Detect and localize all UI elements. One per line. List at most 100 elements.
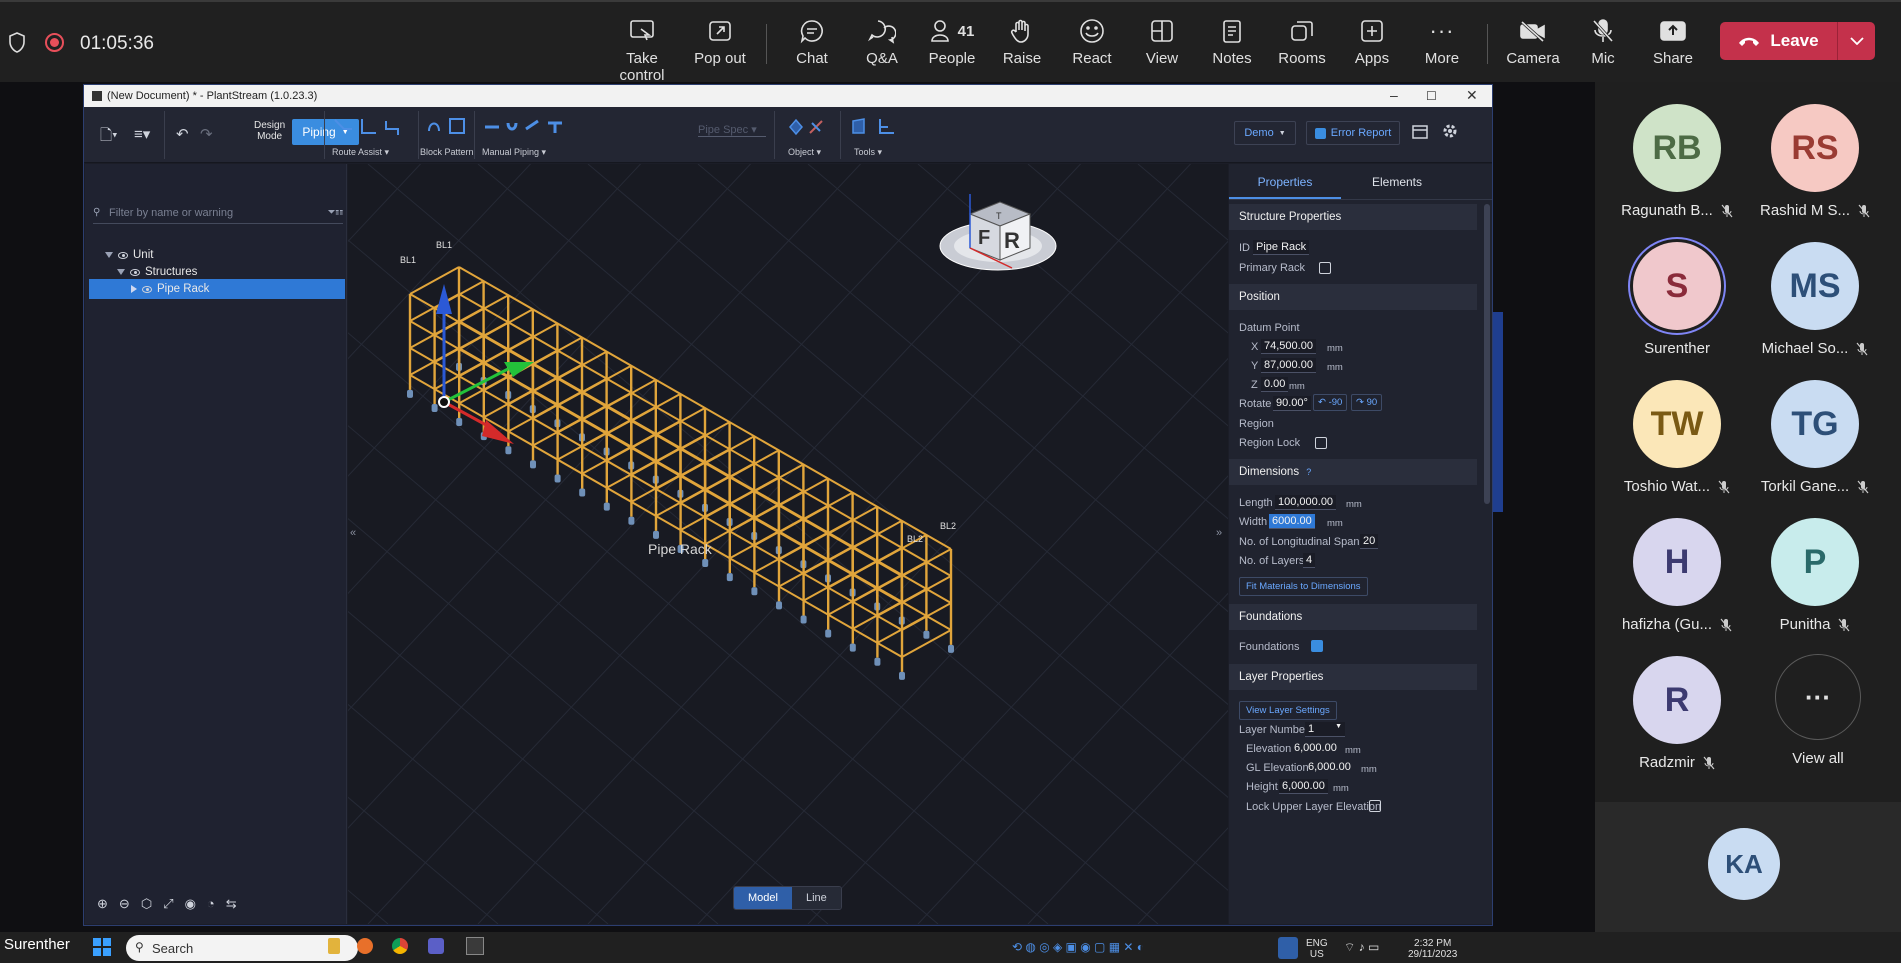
collapse-left-panel-icon[interactable]: «	[350, 527, 356, 539]
3d-viewport[interactable]: F R T Pipe Rack BL1 BL1 BL2 BL2 « » Mode…	[348, 164, 1228, 924]
participant-tile[interactable]: RB Ragunath B...	[1612, 104, 1742, 219]
undo-icon[interactable]: ↶	[176, 125, 189, 143]
swap-icon[interactable]: ⇆	[226, 896, 237, 912]
take-control-button[interactable]: Take control	[604, 16, 680, 84]
id-field[interactable]: Pipe Rack	[1253, 240, 1310, 255]
foundation[interactable]	[948, 644, 954, 653]
panel-layout-icon[interactable]	[1412, 125, 1428, 139]
redo-icon[interactable]: ↷	[200, 125, 213, 143]
tree-filter-input[interactable]: ⚲ Filter by name or warning ⏷☷	[93, 204, 343, 224]
pipe-spec-dropdown[interactable]: Pipe Spec ▾	[698, 123, 766, 137]
tools-icons[interactable]	[850, 115, 900, 139]
help-icon[interactable]: ?	[1306, 467, 1311, 477]
foundation[interactable]	[899, 671, 905, 680]
participant-tile[interactable]: MS Michael So...	[1750, 242, 1880, 357]
participant-tile[interactable]: RS Rashid M S...	[1750, 104, 1880, 219]
manual-piping-icons[interactable]	[482, 115, 592, 139]
microphone-tray-icon[interactable]	[1278, 937, 1298, 959]
foundation[interactable]	[874, 657, 881, 666]
view-all-button[interactable]: ··· View all	[1753, 654, 1883, 767]
sort-menu-icon[interactable]: ≡▾	[134, 125, 150, 143]
navigation-cube[interactable]: F R T	[939, 194, 1057, 271]
longitudinal-span-field[interactable]: 20	[1360, 534, 1379, 549]
settings-gear-icon[interactable]	[1442, 123, 1458, 139]
collapse-arrow-icon[interactable]	[131, 285, 137, 293]
visibility-eye-icon[interactable]	[142, 285, 152, 293]
chrome-icon[interactable]	[392, 938, 408, 954]
notes-button[interactable]: Notes	[1194, 16, 1270, 67]
foundation[interactable]	[726, 573, 733, 582]
file-explorer-icon[interactable]	[328, 938, 340, 954]
language-indicator[interactable]: ENG US	[1306, 938, 1328, 960]
foundation[interactable]	[923, 630, 930, 639]
lock-upper-layer-checkbox[interactable]	[1369, 800, 1381, 812]
route-assist-label[interactable]: Route Assist ▾	[332, 147, 389, 158]
firefox-icon[interactable]	[357, 938, 373, 954]
maximize-icon[interactable]: ☐	[1426, 89, 1437, 103]
region-lock-checkbox[interactable]	[1315, 437, 1327, 449]
mic-button[interactable]: Mic	[1565, 16, 1641, 67]
properties-scrollbar[interactable]	[1484, 204, 1490, 504]
x-coordinate-field[interactable]: 74,500.00	[1261, 339, 1316, 354]
cube-view-icon[interactable]: ⬡	[141, 896, 152, 912]
foundation[interactable]	[554, 474, 561, 483]
layers-field[interactable]: 4	[1303, 553, 1316, 568]
foundation[interactable]	[603, 502, 610, 511]
clock[interactable]: 2:32 PM 29/11/2023	[1408, 938, 1457, 960]
apps-button[interactable]: Apps	[1334, 16, 1410, 67]
tree-item-pipe-rack[interactable]: Pipe Rack	[89, 279, 345, 299]
plantstream-taskbar-icon[interactable]	[466, 937, 484, 955]
minimize-icon[interactable]: –	[1390, 87, 1398, 103]
fit-materials-button[interactable]: Fit Materials to Dimensions	[1239, 577, 1368, 596]
participant-tile[interactable]: S Surenther	[1612, 242, 1742, 357]
fit-view-icon[interactable]: ⤢	[163, 896, 173, 912]
visibility-eye-icon[interactable]	[130, 268, 140, 276]
foundation[interactable]	[825, 629, 832, 638]
tray-icons[interactable]: ⟲ ◍ ◎ ◈ ▣ ◉ ▢ ▦ ✕ ◐	[1012, 940, 1144, 954]
close-icon[interactable]: ✕	[1466, 87, 1478, 104]
foundation[interactable]	[702, 559, 709, 568]
rack-member[interactable]	[409, 266, 460, 295]
object-icons[interactable]	[784, 115, 830, 139]
teams-icon[interactable]	[428, 938, 444, 954]
tools-label[interactable]: Tools ▾	[854, 147, 882, 158]
zoom-in-icon[interactable]: ⊕	[97, 896, 108, 912]
leave-options-chevron[interactable]	[1838, 37, 1875, 45]
foundation[interactable]	[653, 530, 659, 539]
participant-tile[interactable]: TG Torkil Gane...	[1750, 380, 1880, 495]
foundation[interactable]	[456, 418, 463, 427]
leave-button[interactable]: Leave	[1720, 22, 1875, 60]
view-layer-settings-button[interactable]: View Layer Settings	[1239, 701, 1337, 720]
pop-out-button[interactable]: Pop out	[682, 16, 758, 67]
foundation[interactable]	[579, 488, 586, 497]
leave-main[interactable]: Leave	[1720, 22, 1838, 60]
block-pattern-icons[interactable]	[426, 115, 474, 139]
foundation[interactable]	[505, 446, 512, 455]
participant-tile[interactable]: TW Toshio Wat...	[1612, 380, 1742, 495]
design-mode-label[interactable]: Design Mode	[254, 120, 285, 142]
foundation[interactable]	[530, 460, 536, 469]
participant-tile[interactable]: P Punitha	[1750, 518, 1880, 633]
gizmo-x-axis[interactable]	[443, 400, 489, 428]
network-volume-battery-icons[interactable]: ⌔ ♪ ▭	[1344, 940, 1379, 955]
expand-arrow-icon[interactable]	[105, 252, 113, 258]
visibility-eye-icon[interactable]	[118, 251, 128, 259]
layer-number-dropdown[interactable]: 1 ▼	[1305, 722, 1345, 737]
section-icon[interactable]: ◔	[207, 896, 215, 912]
foundation[interactable]	[431, 403, 438, 412]
route-assist-icons[interactable]	[330, 115, 410, 141]
rotate-plus-90-button[interactable]: ↷ 90	[1351, 394, 1383, 411]
windows-start-icon[interactable]	[92, 937, 112, 957]
pipe-rack-model[interactable]	[407, 266, 954, 680]
foundation[interactable]	[628, 516, 635, 525]
participant-tile[interactable]: Hhafizha (Gu...	[1612, 518, 1742, 633]
chat-button[interactable]: Chat	[774, 16, 850, 67]
participant-tile[interactable]: R Radzmir	[1612, 656, 1742, 771]
manual-piping-label[interactable]: Manual Piping ▾	[482, 147, 546, 158]
taskbar-search[interactable]: ⚲ Search	[126, 935, 358, 961]
palette-icon[interactable]: ◉	[185, 896, 196, 912]
foundations-checkbox[interactable]	[1311, 640, 1323, 652]
foundation[interactable]	[751, 587, 758, 596]
rotate-minus-90-button[interactable]: ↶ -90	[1313, 394, 1348, 411]
foundation[interactable]	[776, 601, 782, 610]
